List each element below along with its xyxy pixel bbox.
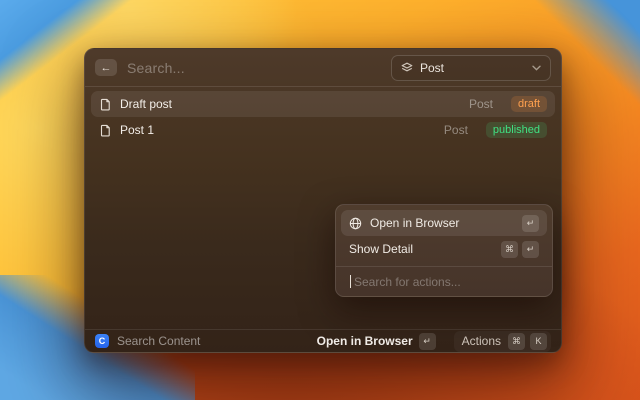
item-type-accessory: Post — [444, 123, 468, 137]
list-item-draft-post[interactable]: Draft post Post draft — [91, 91, 555, 117]
desktop: ← Search... Post — [0, 0, 640, 400]
action-search-placeholder: Search for actions... — [354, 275, 461, 289]
content-type-dropdown[interactable]: Post — [391, 55, 551, 81]
return-key-icon: ↵ — [419, 333, 436, 350]
chevron-down-icon — [532, 65, 541, 71]
item-title: Draft post — [120, 97, 461, 111]
action-show-detail[interactable]: Show Detail ⌘ ↵ — [341, 236, 547, 262]
document-icon — [99, 98, 112, 111]
k-key-icon: K — [530, 333, 547, 350]
status-badge: draft — [511, 96, 547, 112]
content-app-icon: C — [95, 334, 109, 348]
action-shortcut: ⌘ ↵ — [501, 241, 539, 258]
primary-action-label: Open in Browser — [317, 334, 413, 348]
search-input[interactable]: Search... — [127, 60, 381, 76]
globe-icon — [349, 217, 362, 230]
back-button[interactable]: ← — [95, 59, 117, 76]
action-search-input[interactable]: Search for actions... — [341, 267, 547, 296]
collection-icon — [401, 62, 413, 74]
return-key-icon: ↵ — [522, 241, 539, 258]
command-key-icon: ⌘ — [501, 241, 518, 258]
action-label: Open in Browser — [370, 216, 514, 230]
item-type-accessory: Post — [469, 97, 493, 111]
actions-label: Actions — [462, 334, 501, 348]
action-panel: Open in Browser ↵ Show Detail ⌘ ↵ Search… — [335, 204, 553, 297]
command-palette-window: ← Search... Post — [84, 48, 562, 353]
actions-menu-button[interactable]: Actions ⌘ K — [454, 331, 551, 352]
results-list: Draft post Post draft Post 1 Post publis… — [85, 87, 561, 329]
status-bar: C Search Content Open in Browser ↵ Actio… — [85, 329, 561, 352]
action-open-in-browser[interactable]: Open in Browser ↵ — [341, 210, 547, 236]
action-shortcut: ↵ — [522, 215, 539, 232]
action-label: Show Detail — [349, 242, 493, 256]
status-badge: published — [486, 122, 547, 138]
list-item-post-1[interactable]: Post 1 Post published — [91, 117, 555, 143]
text-cursor — [350, 275, 351, 288]
dropdown-value: Post — [420, 61, 525, 75]
primary-action-button[interactable]: Open in Browser ↵ — [317, 333, 436, 350]
command-key-icon: ⌘ — [508, 333, 525, 350]
extension-name: Search Content — [117, 334, 309, 348]
item-title: Post 1 — [120, 123, 436, 137]
document-icon — [99, 124, 112, 137]
return-key-icon: ↵ — [522, 215, 539, 232]
back-arrow-icon: ← — [101, 62, 112, 74]
search-header: ← Search... Post — [85, 49, 561, 87]
